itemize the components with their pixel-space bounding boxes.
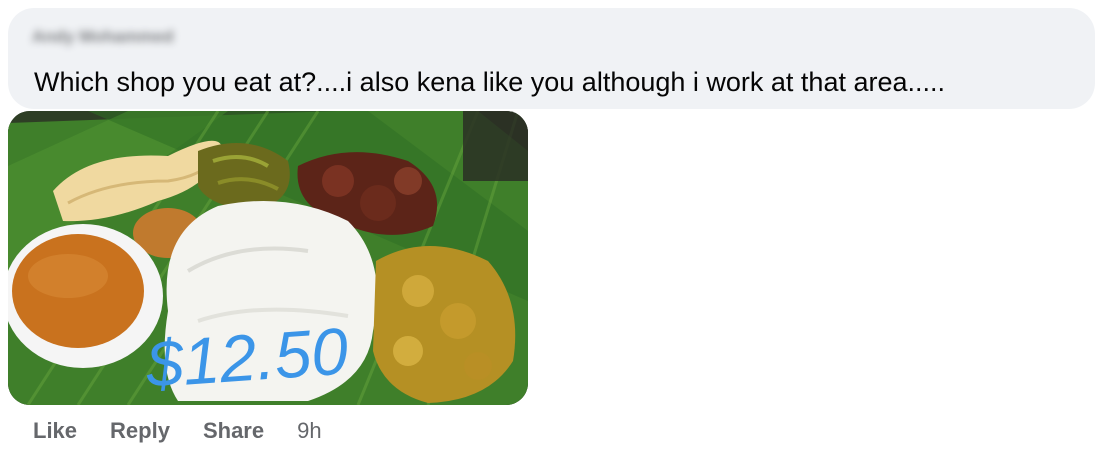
reply-button[interactable]: Reply: [110, 418, 170, 444]
comment-photo[interactable]: $12.50: [8, 111, 528, 405]
comment-bubble: Andy Mohammed Which shop you eat at?....…: [8, 8, 1095, 109]
like-button[interactable]: Like: [33, 418, 77, 444]
food-photo-illustration: $12.50: [8, 111, 528, 405]
comment-text: Which shop you eat at?....i also kena li…: [34, 67, 946, 97]
price-handwritten-label: $12.50: [143, 313, 351, 401]
comment: Andy Mohammed Which shop you eat at?....…: [0, 0, 1117, 449]
comment-author-name[interactable]: Andy Mohammed: [32, 26, 174, 48]
comment-actions: Like Reply Share 9h: [33, 414, 322, 448]
comment-timestamp[interactable]: 9h: [297, 418, 321, 444]
share-button[interactable]: Share: [203, 418, 264, 444]
